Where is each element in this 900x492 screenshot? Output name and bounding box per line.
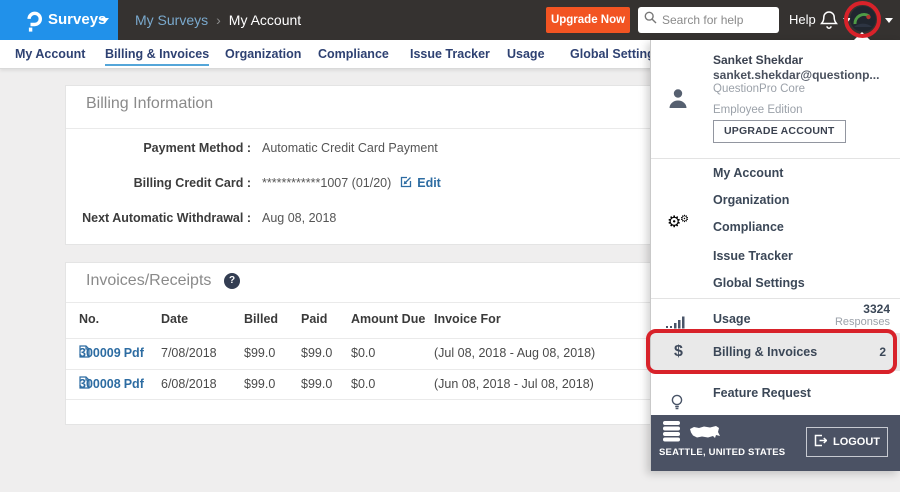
usage-count: 3324 [863,302,890,316]
credit-card-label: Billing Credit Card : [66,176,251,190]
invoice-period: (Jul 08, 2018 - Aug 08, 2018) [434,346,595,360]
menu-item-global-settings[interactable]: Global Settings [651,270,900,296]
payment-method-value: Automatic Credit Card Payment [262,141,438,155]
chevron-down-icon [101,18,109,23]
pdf-icon[interactable] [79,376,90,392]
invoice-date: 6/08/2018 [161,377,217,391]
section-title: Invoices/Receipts [86,272,211,290]
logo-area[interactable]: Surveys [0,0,118,40]
tab-usage[interactable]: Usage [507,40,545,69]
chevron-down-icon[interactable] [885,18,893,23]
help-search-box[interactable] [638,7,779,33]
us-map-icon [689,424,721,447]
user-email: sanket.shekdar@questionp... [713,68,879,82]
col-paid: Paid [301,312,327,326]
col-billed: Billed [244,312,278,326]
tab-billing-invoices[interactable]: Billing & Invoices [105,40,209,69]
edit-card-link[interactable]: Edit [417,176,441,190]
invoice-amount-due: $0.0 [351,346,375,360]
pdf-link[interactable]: Pdf [124,377,144,391]
col-amount-due: Amount Due [351,312,425,326]
gears-icon: ⚙ [680,207,689,233]
tab-organization[interactable]: Organization [225,40,301,69]
invoice-period: (Jun 08, 2018 - Jul 08, 2018) [434,377,594,391]
credit-card-value: ************1007 (01/20) [262,176,391,190]
page-title: My Account [229,12,301,28]
pdf-link[interactable]: Pdf [124,346,144,360]
logout-button[interactable]: LOGOUT [806,427,888,457]
menu-item-my-account[interactable]: My Account [651,160,900,186]
withdrawal-value: Aug 08, 2018 [262,211,336,225]
user-name: Sanket Shekdar [713,53,803,67]
upgrade-now-button[interactable]: Upgrade Now [546,7,630,33]
app-name[interactable]: Surveys [48,0,106,40]
tab-compliance[interactable]: Compliance [318,40,389,69]
invoice-paid: $99.0 [301,377,332,391]
tab-my-account[interactable]: My Account [15,40,85,69]
invoice-amount-due: $0.0 [351,377,375,391]
account-dropdown-panel: Sanket Shekdar sanket.shekdar@questionp.… [650,40,900,471]
database-icon [661,420,683,449]
questionpro-logo-icon [24,9,44,37]
pdf-icon[interactable] [79,345,90,361]
panel-footer: SEATTLE, UNITED STATES LOGOUT [651,415,900,471]
help-link[interactable]: Help [789,0,816,40]
breadcrumb-separator: › [216,12,221,28]
col-no: No. [79,312,99,326]
divider [651,298,900,299]
menu-item-feature-request[interactable]: Feature Request [651,371,900,415]
invoice-paid: $99.0 [301,346,332,360]
col-date: Date [161,312,188,326]
breadcrumb: My Surveys › My Account [135,0,301,40]
logout-icon [814,434,827,450]
tab-global-settings[interactable]: Global Settings [570,40,662,69]
upgrade-account-button[interactable]: UPGRADE ACCOUNT [713,120,846,143]
annotation-circle-avatar [844,1,881,38]
usage-unit: Responses [835,316,890,328]
help-icon[interactable]: ? [224,273,240,289]
menu-item-issue-tracker[interactable]: Issue Tracker [651,243,900,269]
top-header-bar: Surveys My Surveys › My Account Upgrade No… [0,0,900,40]
breadcrumb-parent[interactable]: My Surveys [135,12,208,28]
divider [651,158,900,159]
menu-item-compliance[interactable]: ⚙ ⚙ Compliance [651,214,900,240]
payment-method-label: Payment Method : [66,141,251,155]
withdrawal-label: Next Automatic Withdrawal : [66,211,251,225]
tab-issue-tracker[interactable]: Issue Tracker [410,40,490,69]
user-organization: QuestionPro Core [713,83,805,95]
edit-icon[interactable] [400,176,412,191]
user-edition: Employee Edition [713,104,803,116]
invoice-billed: $99.0 [244,377,275,391]
section-title: Billing Information [86,95,213,113]
col-invoice-for: Invoice For [434,312,501,326]
bell-icon[interactable] [820,10,838,35]
annotation-box-billing-invoices [646,329,897,374]
search-icon [644,11,657,29]
datacenter-location: SEATTLE, UNITED STATES [659,447,785,458]
search-input[interactable] [662,13,772,27]
user-icon [667,87,689,114]
invoice-date: 7/08/2018 [161,346,217,360]
invoice-billed: $99.0 [244,346,275,360]
